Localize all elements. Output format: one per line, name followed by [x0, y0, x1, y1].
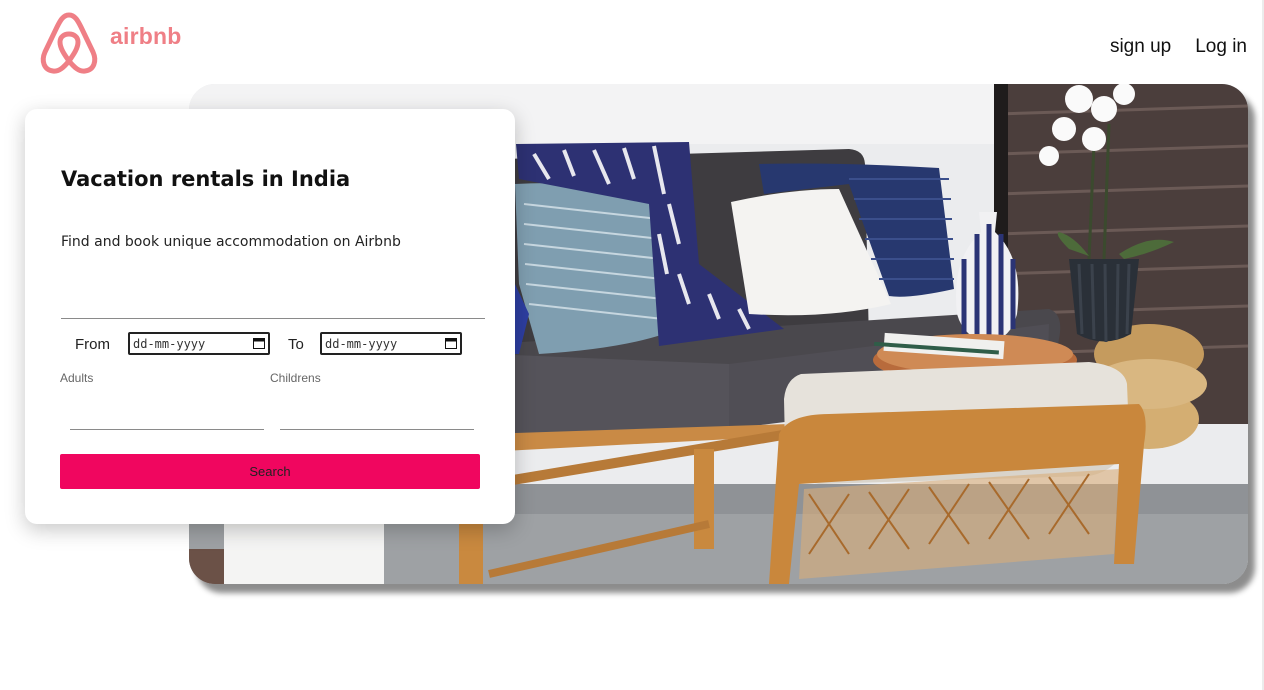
to-date-value: dd-mm-yyyy	[325, 336, 398, 351]
card-title: Vacation rentals in India	[61, 167, 351, 191]
adults-input[interactable]	[70, 399, 264, 430]
from-date-value: dd-mm-yyyy	[133, 336, 206, 351]
childrens-input[interactable]	[280, 399, 474, 430]
to-date-input[interactable]: dd-mm-yyyy	[320, 332, 462, 355]
destination-input[interactable]	[61, 284, 485, 319]
brand-name: airbnb	[110, 23, 182, 49]
top-nav: sign up Log in	[1110, 36, 1247, 58]
search-card: Vacation rentals in India Find and book …	[25, 109, 515, 524]
from-date-input[interactable]: dd-mm-yyyy	[128, 332, 270, 355]
childrens-label: Childrens	[270, 371, 321, 385]
to-label: To	[288, 336, 304, 353]
adults-label: Adults	[60, 371, 94, 385]
card-subtitle: Find and book unique accommodation on Ai…	[61, 234, 401, 250]
login-link[interactable]: Log in	[1195, 36, 1247, 58]
search-button[interactable]: Search	[60, 454, 480, 489]
signup-link[interactable]: sign up	[1110, 36, 1171, 58]
from-label: From	[75, 336, 110, 353]
brand-logo[interactable]: airbnb	[38, 9, 181, 75]
calendar-icon[interactable]	[253, 337, 265, 349]
calendar-icon[interactable]	[445, 337, 457, 349]
airbnb-belo-icon	[40, 12, 98, 74]
